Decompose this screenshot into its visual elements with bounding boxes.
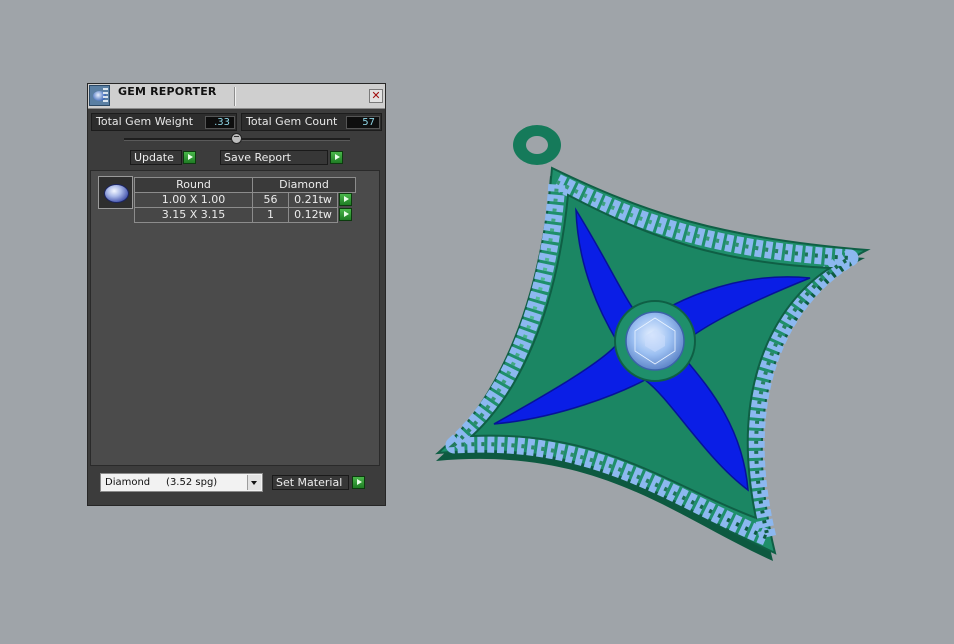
gem-size: 1.00 X 1.00 <box>134 192 253 208</box>
gem-reporter-panel: GEM REPORTER ✕ Total Gem Weight .33 Tota… <box>87 83 386 506</box>
gem-slider-handle[interactable] <box>231 133 242 144</box>
total-gem-count: Total Gem Count 57 <box>241 113 382 131</box>
select-row-play-arrow-icon[interactable] <box>339 193 352 206</box>
update-play-arrow-icon[interactable] <box>183 151 196 164</box>
save-report-button[interactable]: Save Report <box>220 150 328 165</box>
save-report-play-arrow-icon[interactable] <box>330 151 343 164</box>
select-row-play-arrow-icon[interactable] <box>339 208 352 221</box>
total-gem-weight-value: .33 <box>205 116 235 129</box>
close-icon[interactable]: ✕ <box>369 89 383 103</box>
material-select[interactable]: Diamond (3.52 spg) <box>100 473 263 492</box>
gem-count: 1 <box>252 207 289 223</box>
gem-weight: 0.12tw <box>288 207 338 223</box>
gem-reporter-icon <box>89 85 110 106</box>
total-gem-weight-label: Total Gem Weight <box>96 115 194 128</box>
material-select-value: Diamond (3.52 spg) <box>105 477 218 488</box>
round-gem-icon[interactable] <box>98 176 133 209</box>
total-gem-count-value: 57 <box>346 116 380 129</box>
title-bar[interactable]: GEM REPORTER ✕ <box>88 84 385 109</box>
gem-size: 3.15 X 3.15 <box>134 207 253 223</box>
center-stone <box>614 300 696 382</box>
update-button[interactable]: Update <box>130 150 182 165</box>
pendant-bail <box>513 125 561 165</box>
material-header: Diamond <box>252 177 356 193</box>
title-divider <box>234 87 235 106</box>
total-gem-weight: Total Gem Weight .33 <box>91 113 237 131</box>
total-gem-count-label: Total Gem Count <box>246 115 338 128</box>
chevron-down-icon[interactable] <box>247 475 261 490</box>
set-material-button[interactable]: Set Material <box>272 475 349 490</box>
pendant-3d-model[interactable] <box>430 118 880 568</box>
gem-weight: 0.21tw <box>288 192 338 208</box>
shape-header: Round <box>134 177 253 193</box>
gem-list: Round Diamond 1.00 X 1.00 56 0.21tw 3.15… <box>90 170 380 466</box>
gem-count: 56 <box>252 192 289 208</box>
set-material-play-arrow-icon[interactable] <box>352 476 365 489</box>
window-title: GEM REPORTER <box>118 85 217 98</box>
